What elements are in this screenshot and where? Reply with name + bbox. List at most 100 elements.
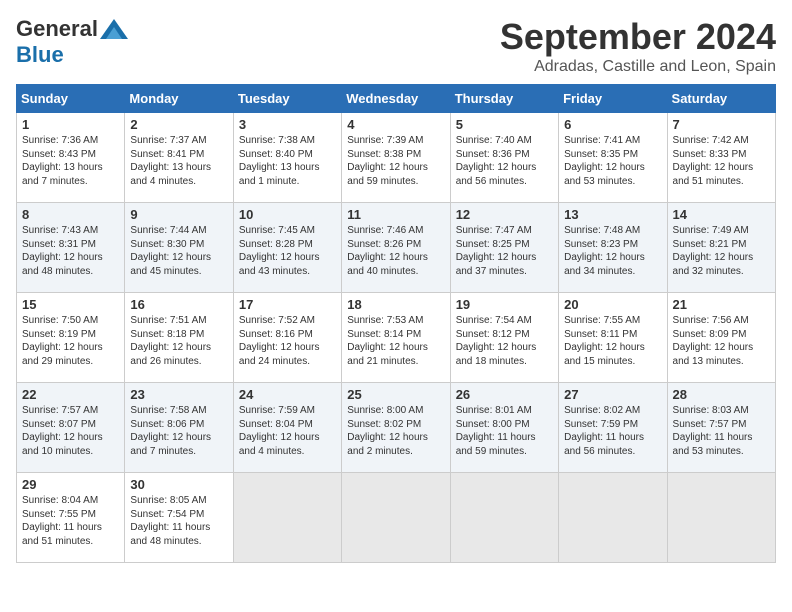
page-header: General Blue September 2024 Adradas, Cas… — [16, 16, 776, 76]
cell-content: Sunrise: 7:46 AMSunset: 8:26 PMDaylight:… — [347, 224, 444, 278]
cell-content: Sunrise: 7:36 AMSunset: 8:43 PMDaylight:… — [22, 134, 119, 188]
cell-content: Sunrise: 8:00 AMSunset: 8:02 PMDaylight:… — [347, 404, 444, 458]
day-number: 8 — [22, 207, 119, 222]
calendar-cell: 30 Sunrise: 8:05 AMSunset: 7:54 PMDayligh… — [125, 473, 233, 563]
day-number: 6 — [564, 117, 661, 132]
calendar-header-monday: Monday — [125, 85, 233, 113]
cell-content: Sunrise: 7:49 AMSunset: 8:21 PMDaylight:… — [673, 224, 770, 278]
calendar-header-sunday: Sunday — [17, 85, 125, 113]
calendar-cell: 22Sunrise: 7:57 AMSunset: 8:07 PMDayligh… — [17, 383, 125, 473]
calendar-cell: 7 Sunrise: 7:42 AMSunset: 8:33 PMDaylight… — [667, 113, 775, 203]
calendar-cell: 16 Sunrise: 7:51 AMSunset: 8:18 PMDayligh… — [125, 293, 233, 383]
logo-blue-text: Blue — [16, 42, 64, 68]
calendar-cell: 24 Sunrise: 7:59 AMSunset: 8:04 PMDayligh… — [233, 383, 341, 473]
calendar-cell: 14 Sunrise: 7:49 AMSunset: 8:21 PMDayligh… — [667, 203, 775, 293]
calendar-cell — [667, 473, 775, 563]
cell-content: Sunrise: 8:01 AMSunset: 8:00 PMDaylight:… — [456, 404, 553, 458]
logo-icon — [100, 19, 128, 39]
cell-content: Sunrise: 7:38 AMSunset: 8:40 PMDaylight:… — [239, 134, 336, 188]
location-text: Adradas, Castille and Leon, Spain — [500, 58, 776, 76]
cell-content: Sunrise: 7:41 AMSunset: 8:35 PMDaylight:… — [564, 134, 661, 188]
day-number: 21 — [673, 297, 770, 312]
cell-content: Sunrise: 8:04 AMSunset: 7:55 PMDaylight:… — [22, 494, 119, 548]
day-number: 27 — [564, 387, 661, 402]
calendar-cell: 20 Sunrise: 7:55 AMSunset: 8:11 PMDayligh… — [559, 293, 667, 383]
day-number: 20 — [564, 297, 661, 312]
calendar-header-saturday: Saturday — [667, 85, 775, 113]
calendar-cell: 18 Sunrise: 7:53 AMSunset: 8:14 PMDayligh… — [342, 293, 450, 383]
calendar-week-row: 8 Sunrise: 7:43 AMSunset: 8:31 PMDaylight… — [17, 203, 776, 293]
calendar-cell: 4 Sunrise: 7:39 AMSunset: 8:38 PMDaylight… — [342, 113, 450, 203]
logo: General Blue — [16, 16, 128, 68]
day-number: 12 — [456, 207, 553, 222]
calendar-cell: 13 Sunrise: 7:48 AMSunset: 8:23 PMDayligh… — [559, 203, 667, 293]
day-number: 25 — [347, 387, 444, 402]
day-number: 1 — [22, 117, 119, 132]
cell-content: Sunrise: 7:44 AMSunset: 8:30 PMDaylight:… — [130, 224, 227, 278]
cell-content: Sunrise: 7:50 AMSunset: 8:19 PMDaylight:… — [22, 314, 119, 368]
month-title: September 2024 — [500, 16, 776, 58]
cell-content: Sunrise: 7:48 AMSunset: 8:23 PMDaylight:… — [564, 224, 661, 278]
calendar-cell: 8 Sunrise: 7:43 AMSunset: 8:31 PMDaylight… — [17, 203, 125, 293]
day-number: 26 — [456, 387, 553, 402]
day-number: 17 — [239, 297, 336, 312]
day-number: 30 — [130, 477, 227, 492]
calendar-cell: 25 Sunrise: 8:00 AMSunset: 8:02 PMDayligh… — [342, 383, 450, 473]
calendar-cell: 28Sunrise: 8:03 AMSunset: 7:57 PMDayligh… — [667, 383, 775, 473]
calendar-table: SundayMondayTuesdayWednesdayThursdayFrid… — [16, 84, 776, 563]
cell-content: Sunrise: 7:53 AMSunset: 8:14 PMDaylight:… — [347, 314, 444, 368]
cell-content: Sunrise: 8:02 AMSunset: 7:59 PMDaylight:… — [564, 404, 661, 458]
cell-content: Sunrise: 7:43 AMSunset: 8:31 PMDaylight:… — [22, 224, 119, 278]
calendar-header-friday: Friday — [559, 85, 667, 113]
calendar-cell — [559, 473, 667, 563]
calendar-cell: 19Sunrise: 7:54 AMSunset: 8:12 PMDayligh… — [450, 293, 558, 383]
day-number: 7 — [673, 117, 770, 132]
cell-content: Sunrise: 7:37 AMSunset: 8:41 PMDaylight:… — [130, 134, 227, 188]
cell-content: Sunrise: 7:54 AMSunset: 8:12 PMDaylight:… — [456, 314, 553, 368]
calendar-cell: 26 Sunrise: 8:01 AMSunset: 8:00 PMDayligh… — [450, 383, 558, 473]
cell-content: Sunrise: 7:55 AMSunset: 8:11 PMDaylight:… — [564, 314, 661, 368]
cell-content: Sunrise: 7:47 AMSunset: 8:25 PMDaylight:… — [456, 224, 553, 278]
day-number: 16 — [130, 297, 227, 312]
logo-general-text: General — [16, 16, 98, 42]
calendar-cell: 9Sunrise: 7:44 AMSunset: 8:30 PMDaylight… — [125, 203, 233, 293]
day-number: 14 — [673, 207, 770, 222]
cell-content: Sunrise: 7:59 AMSunset: 8:04 PMDaylight:… — [239, 404, 336, 458]
calendar-header-row: SundayMondayTuesdayWednesdayThursdayFrid… — [17, 85, 776, 113]
day-number: 13 — [564, 207, 661, 222]
calendar-week-row: 22Sunrise: 7:57 AMSunset: 8:07 PMDayligh… — [17, 383, 776, 473]
calendar-cell: 21Sunrise: 7:56 AMSunset: 8:09 PMDayligh… — [667, 293, 775, 383]
day-number: 29 — [22, 477, 119, 492]
calendar-cell: 17 Sunrise: 7:52 AMSunset: 8:16 PMDayligh… — [233, 293, 341, 383]
calendar-header-tuesday: Tuesday — [233, 85, 341, 113]
day-number: 4 — [347, 117, 444, 132]
day-number: 24 — [239, 387, 336, 402]
calendar-cell: 12 Sunrise: 7:47 AMSunset: 8:25 PMDayligh… — [450, 203, 558, 293]
day-number: 18 — [347, 297, 444, 312]
cell-content: Sunrise: 7:45 AMSunset: 8:28 PMDaylight:… — [239, 224, 336, 278]
calendar-cell — [450, 473, 558, 563]
cell-content: Sunrise: 7:58 AMSunset: 8:06 PMDaylight:… — [130, 404, 227, 458]
cell-content: Sunrise: 7:57 AMSunset: 8:07 PMDaylight:… — [22, 404, 119, 458]
cell-content: Sunrise: 8:05 AMSunset: 7:54 PMDaylight:… — [130, 494, 227, 548]
calendar-cell: 5Sunrise: 7:40 AMSunset: 8:36 PMDaylight… — [450, 113, 558, 203]
cell-content: Sunrise: 7:39 AMSunset: 8:38 PMDaylight:… — [347, 134, 444, 188]
calendar-cell: 6 Sunrise: 7:41 AMSunset: 8:35 PMDaylight… — [559, 113, 667, 203]
calendar-cell: 11Sunrise: 7:46 AMSunset: 8:26 PMDayligh… — [342, 203, 450, 293]
calendar-cell: 15 Sunrise: 7:50 AMSunset: 8:19 PMDayligh… — [17, 293, 125, 383]
calendar-week-row: 29 Sunrise: 8:04 AMSunset: 7:55 PMDayligh… — [17, 473, 776, 563]
calendar-week-row: 1 Sunrise: 7:36 AMSunset: 8:43 PMDaylight… — [17, 113, 776, 203]
calendar-week-row: 15 Sunrise: 7:50 AMSunset: 8:19 PMDayligh… — [17, 293, 776, 383]
cell-content: Sunrise: 7:42 AMSunset: 8:33 PMDaylight:… — [673, 134, 770, 188]
cell-content: Sunrise: 7:51 AMSunset: 8:18 PMDaylight:… — [130, 314, 227, 368]
calendar-cell: 1 Sunrise: 7:36 AMSunset: 8:43 PMDaylight… — [17, 113, 125, 203]
calendar-cell: 10 Sunrise: 7:45 AMSunset: 8:28 PMDayligh… — [233, 203, 341, 293]
calendar-cell: 2 Sunrise: 7:37 AMSunset: 8:41 PMDaylight… — [125, 113, 233, 203]
day-number: 23 — [130, 387, 227, 402]
day-number: 28 — [673, 387, 770, 402]
day-number: 10 — [239, 207, 336, 222]
day-number: 15 — [22, 297, 119, 312]
day-number: 2 — [130, 117, 227, 132]
cell-content: Sunrise: 7:52 AMSunset: 8:16 PMDaylight:… — [239, 314, 336, 368]
calendar-cell: 3Sunrise: 7:38 AMSunset: 8:40 PMDaylight… — [233, 113, 341, 203]
